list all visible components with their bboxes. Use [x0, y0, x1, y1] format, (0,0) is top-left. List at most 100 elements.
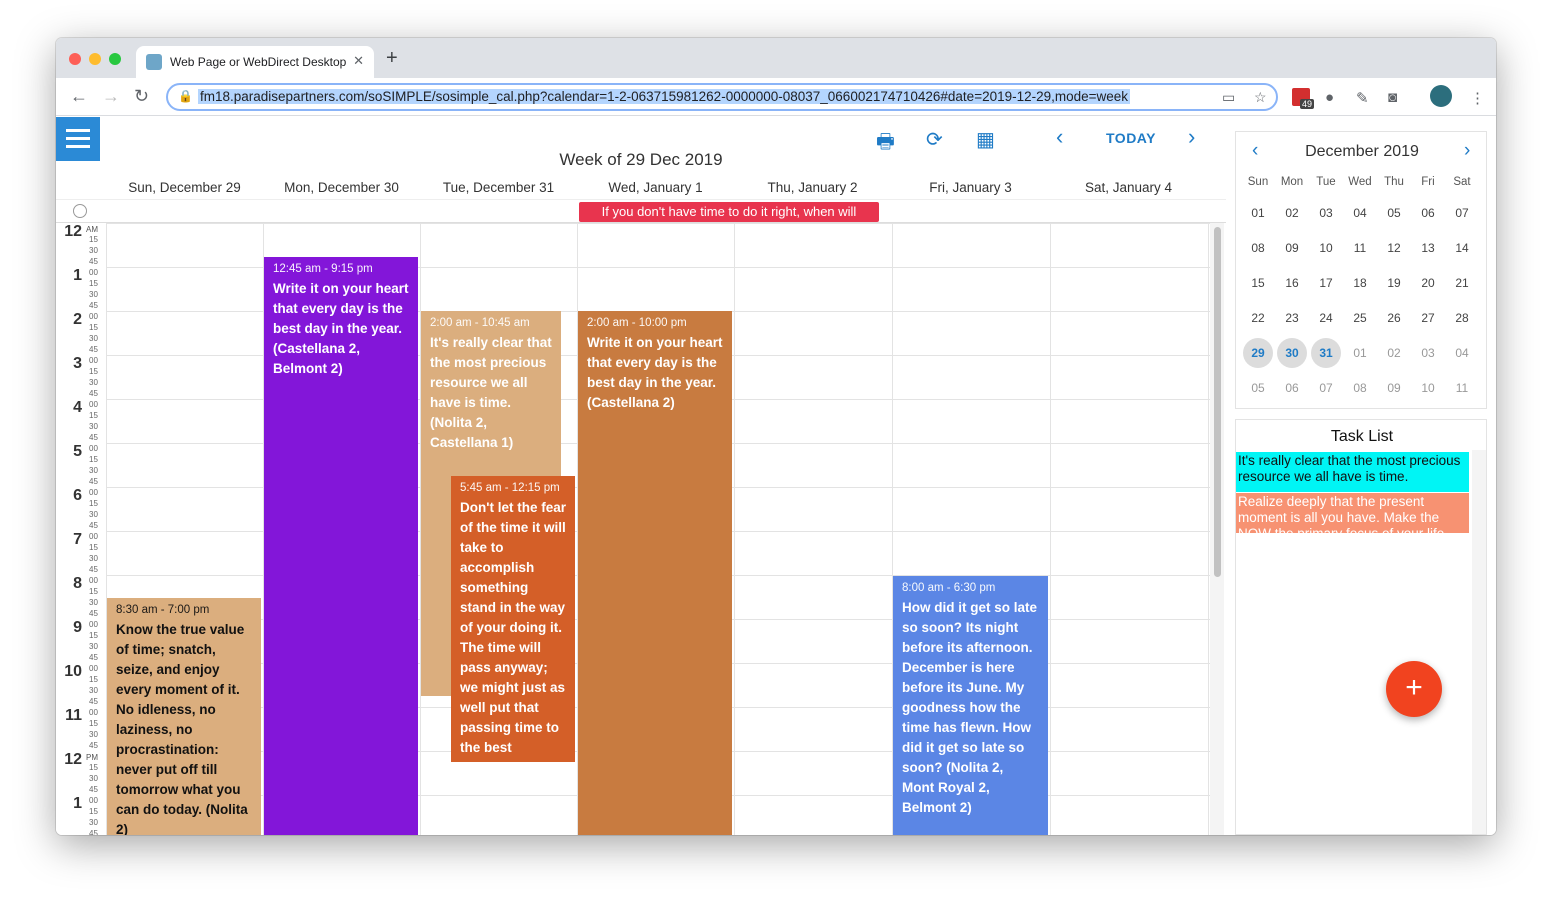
cast-icon[interactable]: ▭ — [1222, 89, 1235, 106]
event-card[interactable]: 8:00 am - 6:30 pm How did it get so late… — [893, 576, 1048, 835]
mini-calendar-day[interactable]: 17 — [1311, 268, 1341, 298]
time-grid[interactable]: 12 AM 1 2 3 4 5 6 7 8 9 10 11 12 PM 1 15… — [56, 223, 1210, 835]
mini-calendar-day[interactable]: 07 — [1447, 198, 1477, 228]
event-text: How did it get so late so soon? Its nigh… — [902, 600, 1038, 815]
prev-week-icon[interactable]: ‹ — [1056, 124, 1063, 150]
mini-calendar-day[interactable]: 18 — [1345, 268, 1375, 298]
more-menu-icon[interactable]: ⋮ — [1470, 89, 1485, 107]
mini-calendar-day[interactable]: 05 — [1243, 373, 1273, 403]
mini-calendar-day[interactable]: 10 — [1413, 373, 1443, 403]
mini-calendar-day[interactable]: 01 — [1243, 198, 1273, 228]
mini-calendar-day[interactable]: 22 — [1243, 303, 1273, 333]
mini-calendar-day[interactable]: 03 — [1311, 198, 1341, 228]
address-bar[interactable]: 🔒 fm18.paradisepartners.com/soSIMPLE/sos… — [166, 83, 1278, 111]
mini-calendar-day[interactable]: 08 — [1345, 373, 1375, 403]
add-event-button[interactable]: + — [1386, 661, 1442, 717]
event-card[interactable]: 12:45 am - 9:15 pm Write it on your hear… — [264, 257, 418, 835]
mini-calendar-day[interactable]: 12 — [1379, 233, 1409, 263]
close-tab-icon[interactable]: ✕ — [353, 53, 364, 69]
mini-calendar-day[interactable]: 30 — [1277, 338, 1307, 368]
app-content: 🖶 ⟳ ▦ ‹ TODAY › Week of 29 Dec 2019 Sun,… — [56, 117, 1496, 835]
hamburger-menu-button[interactable] — [56, 117, 100, 161]
bookmark-star-icon[interactable]: ☆ — [1254, 89, 1267, 106]
mini-calendar-day[interactable]: 09 — [1379, 373, 1409, 403]
minute-label: 45 — [89, 521, 98, 530]
mini-calendar-day[interactable]: 25 — [1345, 303, 1375, 333]
event-card[interactable]: 2:00 am - 10:00 pm Write it on your hear… — [578, 311, 732, 835]
browser-tab[interactable]: Web Page or WebDirect Desktop ✕ — [136, 46, 374, 78]
mini-calendar-day[interactable]: 05 — [1379, 198, 1409, 228]
day-header[interactable]: Sat, January 4 — [1050, 180, 1207, 195]
minute-label: 30 — [89, 334, 98, 343]
mini-calendar-day[interactable]: 07 — [1311, 373, 1341, 403]
profile-avatar[interactable] — [1430, 85, 1452, 107]
extension-circle-icon[interactable]: ● — [1325, 89, 1334, 106]
new-tab-button[interactable]: + — [386, 48, 398, 68]
mini-calendar-day[interactable]: 27 — [1413, 303, 1443, 333]
minute-label: 15 — [89, 411, 98, 420]
day-header[interactable]: Wed, January 1 — [577, 180, 734, 195]
camera-icon[interactable]: ◙ — [1388, 89, 1397, 106]
forward-arrow-icon[interactable]: → — [102, 86, 120, 106]
mini-calendar-day[interactable]: 23 — [1277, 303, 1307, 333]
day-header[interactable]: Fri, January 3 — [892, 180, 1049, 195]
mini-calendar-day[interactable]: 04 — [1447, 338, 1477, 368]
site-favicon-icon — [146, 54, 162, 70]
mini-calendar-day[interactable]: 11 — [1345, 233, 1375, 263]
mini-calendar-day[interactable]: 28 — [1447, 303, 1477, 333]
hour-label: 7 — [73, 531, 82, 548]
mini-calendar-day[interactable]: 13 — [1413, 233, 1443, 263]
minute-label: 15 — [89, 543, 98, 552]
url-text[interactable]: fm18.paradisepartners.com/soSIMPLE/sosim… — [198, 89, 1131, 104]
maximize-window-button[interactable] — [109, 53, 121, 65]
mini-calendar-day[interactable]: 11 — [1447, 373, 1477, 403]
minute-label: 15 — [89, 367, 98, 376]
reload-icon[interactable]: ↻ — [134, 86, 149, 106]
mini-calendar-day[interactable]: 10 — [1311, 233, 1341, 263]
task-item[interactable]: Realize deeply that the present moment i… — [1236, 493, 1469, 533]
mini-calendar-day[interactable]: 06 — [1277, 373, 1307, 403]
event-card[interactable]: 8:30 am - 7:00 pm Know the true value of… — [107, 598, 261, 835]
day-header[interactable]: Thu, January 2 — [734, 180, 891, 195]
mini-calendar-day[interactable]: 29 — [1243, 338, 1273, 368]
close-window-button[interactable] — [69, 53, 81, 65]
mini-calendar-day[interactable]: 31 — [1311, 338, 1341, 368]
today-button[interactable]: TODAY — [1106, 130, 1156, 146]
mini-calendar-day[interactable]: 26 — [1379, 303, 1409, 333]
mini-calendar-day[interactable]: 02 — [1277, 198, 1307, 228]
mini-calendar-day[interactable]: 03 — [1413, 338, 1443, 368]
mini-calendar-day[interactable]: 02 — [1379, 338, 1409, 368]
pen-icon[interactable]: ✎ — [1356, 89, 1369, 107]
day-header[interactable]: Mon, December 30 — [263, 180, 420, 195]
mini-calendar-day[interactable]: 15 — [1243, 268, 1273, 298]
task-list-scrollbar[interactable] — [1472, 450, 1486, 834]
day-header[interactable]: Tue, December 31 — [420, 180, 577, 195]
weekday-label: Sun — [1247, 176, 1269, 188]
calendar-icon[interactable]: ▦ — [976, 127, 995, 152]
calendar-scrollbar[interactable] — [1210, 223, 1224, 835]
minimize-window-button[interactable] — [89, 53, 101, 65]
browser-window: Web Page or WebDirect Desktop ✕ + ← → ↻ … — [56, 38, 1496, 835]
back-arrow-icon[interactable]: ← — [70, 86, 88, 106]
day-header[interactable]: Sun, December 29 — [106, 180, 263, 195]
mini-calendar-day[interactable]: 16 — [1277, 268, 1307, 298]
mini-calendar-day[interactable]: 24 — [1311, 303, 1341, 333]
task-item[interactable]: It's really clear that the most precious… — [1236, 452, 1469, 492]
event-time: 5:45 am - 12:15 pm — [460, 482, 560, 494]
print-icon[interactable]: 🖶 — [876, 127, 895, 161]
mini-calendar-day[interactable]: 21 — [1447, 268, 1477, 298]
refresh-icon[interactable]: ⟳ — [926, 127, 943, 152]
mini-calendar-day[interactable]: 01 — [1345, 338, 1375, 368]
mini-calendar-day[interactable]: 04 — [1345, 198, 1375, 228]
mini-calendar-day[interactable]: 14 — [1447, 233, 1477, 263]
mini-calendar-day[interactable]: 06 — [1413, 198, 1443, 228]
mini-calendar-day[interactable]: 09 — [1277, 233, 1307, 263]
all-day-event[interactable]: If you don't have time to do it right, w… — [579, 202, 879, 222]
next-month-icon[interactable]: › — [1464, 140, 1470, 162]
lock-icon: 🔒 — [178, 89, 193, 103]
mini-calendar-day[interactable]: 08 — [1243, 233, 1273, 263]
next-week-icon[interactable]: › — [1188, 124, 1195, 150]
mini-calendar-day[interactable]: 19 — [1379, 268, 1409, 298]
mini-calendar-day[interactable]: 20 — [1413, 268, 1443, 298]
event-card[interactable]: 5:45 am - 12:15 pm Don't let the fear of… — [451, 476, 575, 762]
